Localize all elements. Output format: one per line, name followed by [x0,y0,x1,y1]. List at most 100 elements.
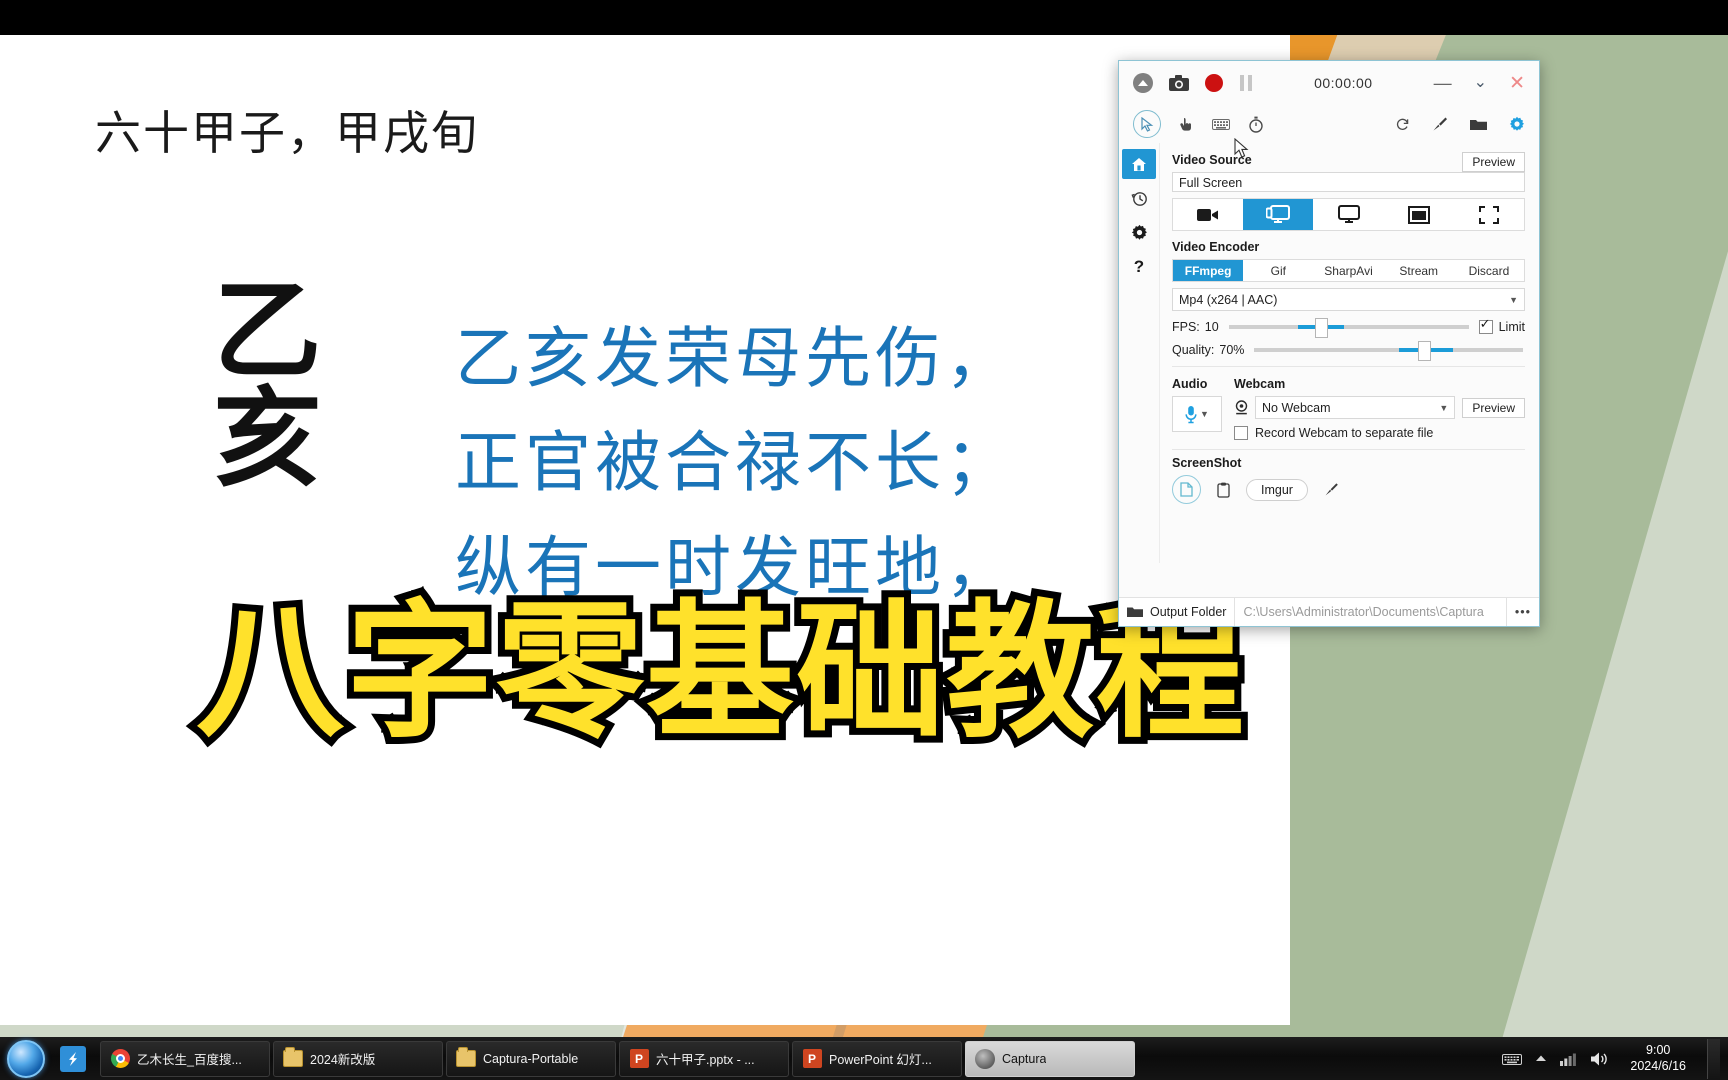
webcam-separate-file-checkbox[interactable] [1234,426,1248,440]
slide-pillar-characters: 乙亥 [188,273,321,489]
minimize-button[interactable]: — [1434,74,1452,92]
audio-label: Audio [1172,377,1208,391]
screenshot-imgur-button[interactable]: Imgur [1246,478,1308,501]
folder-icon [283,1047,303,1069]
output-folder-button[interactable]: Output Folder [1119,598,1234,626]
video-source-value[interactable]: Full Screen [1172,172,1525,192]
divider [1172,366,1525,367]
letterbox-top [0,0,1728,35]
network-icon[interactable] [1560,1052,1577,1066]
encoder-format-value: Mp4 (x264 | AAC) [1179,292,1278,307]
taskbar-item-folder-captura-portable[interactable]: Captura-Portable [446,1040,616,1077]
captura-main-panel: Video Source Preview Full Screen Video E… [1160,143,1539,563]
refresh-icon[interactable] [1395,117,1410,132]
brush-icon[interactable] [1432,116,1448,132]
camera-icon[interactable] [1169,75,1189,91]
screenshot-disk-icon[interactable] [1172,475,1201,504]
recording-timer: 00:00:00 [1314,75,1373,91]
chevron-down-icon: ▼ [1509,294,1518,305]
gear-icon[interactable] [1509,116,1525,132]
poem-line-1: 乙亥发荣母先伤， [455,320,1015,397]
mode-region[interactable] [1454,199,1524,230]
show-desktop-button[interactable] [1707,1038,1720,1079]
taskbar-item-captura[interactable]: Captura [965,1040,1135,1077]
powerpoint-icon: P [802,1049,822,1069]
start-button[interactable] [0,1039,52,1079]
taskbar-item-label: 2024新改版 [310,1053,376,1067]
captura-footer: Output Folder C:\Users\Administrator\Doc… [1119,597,1539,626]
quality-value: 70% [1219,343,1245,357]
quality-slider[interactable] [1254,341,1523,361]
pause-icon[interactable] [1239,75,1253,91]
poem-line-2: 正官被合禄不长； [455,424,1015,502]
keyboard-icon[interactable] [1212,118,1230,130]
screenshot-clipboard-icon[interactable] [1217,482,1230,498]
collapse-circle-icon[interactable] [1133,73,1153,93]
tab-ffmpeg[interactable]: FFmpeg [1173,260,1244,281]
captura-body: ? Video Source Preview Full Screen Video… [1119,143,1539,563]
tab-discard[interactable]: Discard [1454,260,1524,281]
video-encoder-label: Video Encoder [1172,240,1260,254]
powerpoint-icon: P [629,1049,649,1069]
fps-limit-checkbox[interactable] [1478,316,1493,334]
cursor-icon[interactable] [1133,110,1161,138]
audio-device-button[interactable]: ▼ [1172,396,1222,432]
output-folder-path[interactable]: C:\Users\Administrator\Documents\Captura [1235,605,1505,619]
output-folder-more-button[interactable]: ••• [1507,598,1539,626]
chevron-down-icon: ▼ [1439,402,1449,413]
volume-icon[interactable] [1590,1051,1609,1067]
folder-icon[interactable] [1470,118,1487,131]
clock-time: 9:00 [1646,1042,1671,1057]
mouse-cursor [1234,137,1250,165]
mode-camera[interactable] [1173,199,1243,230]
folder-icon [1127,606,1143,618]
video-encoder-tabs: FFmpeg Gif SharpAvi Stream Discard [1172,259,1525,282]
sidebar-item-home[interactable] [1122,149,1156,179]
clock-date: 2024/6/16 [1630,1058,1686,1073]
mode-screen[interactable] [1243,199,1314,230]
mode-window[interactable] [1384,199,1454,230]
close-icon[interactable]: ✕ [1509,74,1525,93]
click-icon[interactable] [1179,117,1194,132]
webcam-label: Webcam [1234,377,1286,391]
quick-launch-icon[interactable] [52,1045,94,1072]
fps-limit-label: Limit [1498,320,1525,334]
keyboard-icon[interactable] [1502,1052,1523,1066]
taskbar-item-label: Captura-Portable [483,1051,579,1066]
chevron-down-icon[interactable]: ⌄ [1474,75,1487,91]
taskbar-item-powerpoint-show[interactable]: P PowerPoint 幻灯... [792,1040,962,1077]
timer-icon[interactable] [1248,116,1264,133]
video-source-preview-button[interactable]: Preview [1462,152,1525,172]
taskbar-clock[interactable]: 9:00 2024/6/16 [1622,1043,1694,1074]
record-icon[interactable] [1205,74,1223,92]
sidebar-item-help[interactable]: ? [1122,251,1156,281]
tab-gif[interactable]: Gif [1243,260,1313,281]
taskbar-item-label: 六十甲子.pptx - ... [656,1053,755,1067]
sidebar-item-history[interactable] [1122,183,1156,213]
pencil-icon[interactable] [1324,482,1339,497]
taskbar-items: 乙木长生_百度搜... 2024新改版 Captura-Portable P 六… [100,1040,1135,1077]
fps-slider[interactable] [1228,318,1469,338]
taskbar-item-pptx[interactable]: P 六十甲子.pptx - ... [619,1040,789,1077]
folder-icon [456,1047,476,1069]
mode-monitor[interactable] [1313,199,1383,230]
quality-label: Quality: [1172,343,1215,357]
tab-stream[interactable]: Stream [1384,260,1454,281]
tab-sharpavi[interactable]: SharpAvi [1313,260,1383,281]
taskbar-item-label: 乙木长生_百度搜... [137,1053,242,1067]
captura-window: 00:00:00 — ⌄ ✕ ? Video Source Preview Fu… [1118,60,1540,627]
screen: 六十甲子，甲戌旬 乙亥 乙亥发荣母先伤， 正官被合禄不长； 纵有一时发旺地， 八… [0,0,1728,1080]
webcam-preview-button[interactable]: Preview [1462,397,1525,418]
overlay-title: 八字零基础教程 [189,586,1251,758]
powerpoint-slide: 六十甲子，甲戌旬 乙亥 乙亥发荣母先伤， 正官被合禄不长； 纵有一时发旺地， [0,35,1290,1025]
taskbar-item-folder-2024[interactable]: 2024新改版 [273,1040,443,1077]
slide-title: 六十甲子，甲戌旬 [95,106,479,160]
encoder-format-select[interactable]: Mp4 (x264 | AAC) ▼ [1172,288,1525,311]
taskbar-item-chrome[interactable]: 乙木长生_百度搜... [100,1040,270,1077]
sidebar-item-settings[interactable] [1122,217,1156,247]
show-hidden-icons-icon[interactable] [1535,1054,1547,1063]
fps-label: FPS: [1172,320,1200,334]
video-source-mode-group [1172,198,1525,231]
webcam-select[interactable]: No Webcam ▼ [1255,396,1456,419]
webcam-icon [1234,400,1249,415]
